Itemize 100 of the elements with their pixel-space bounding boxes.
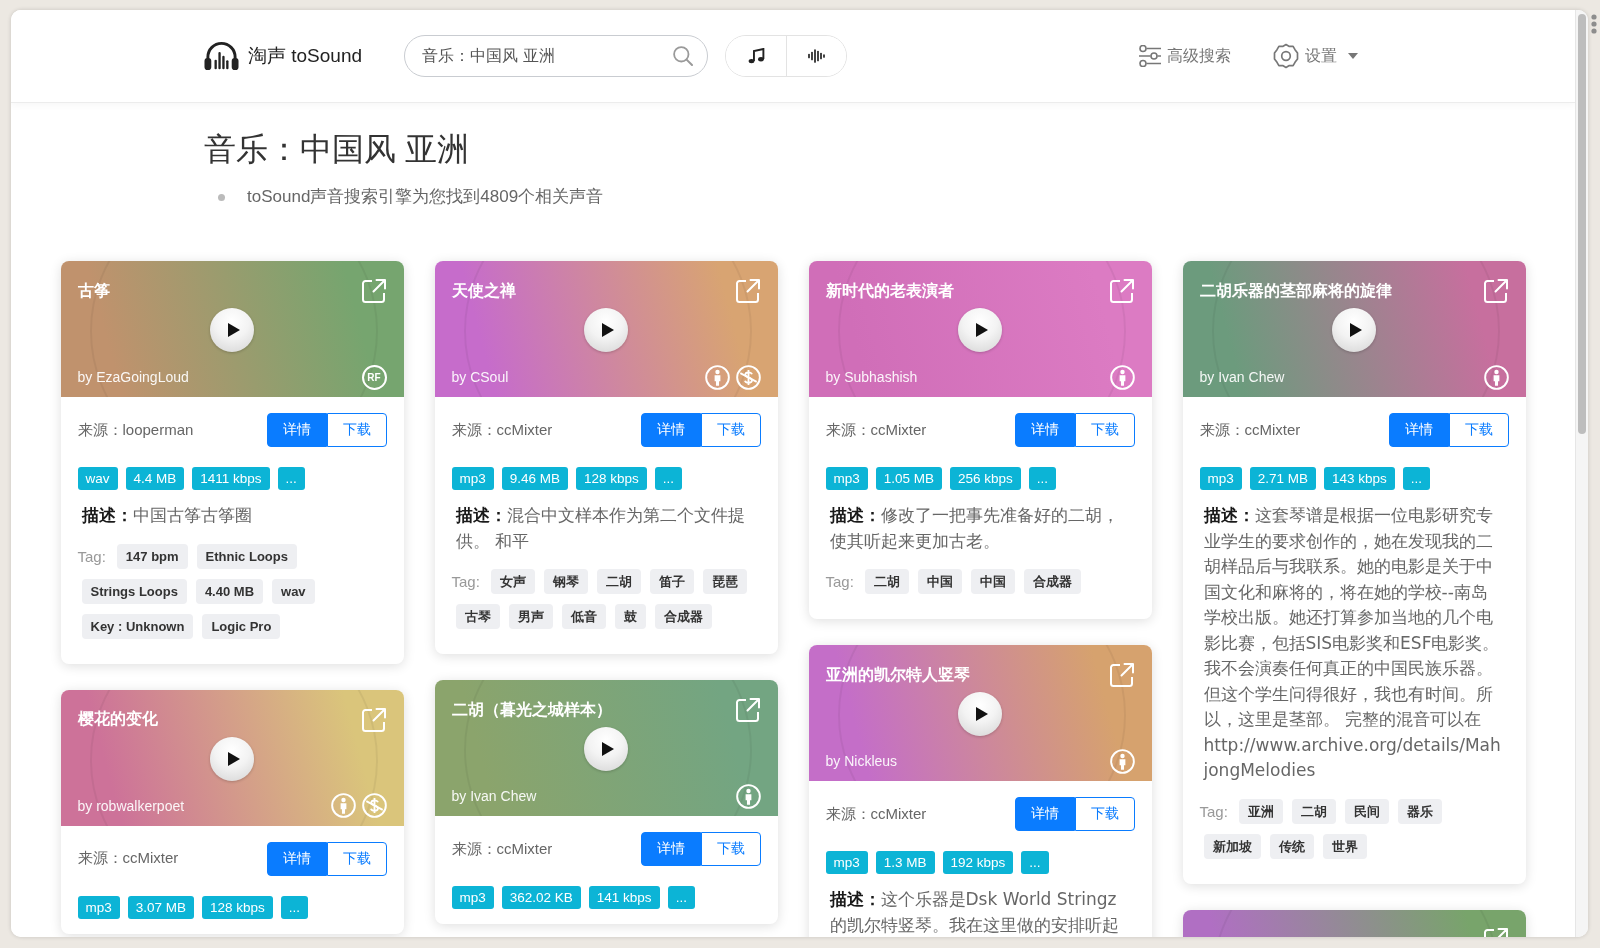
tag-chip[interactable]: Strings Loops xyxy=(81,578,187,604)
tag-chip[interactable]: 传统 xyxy=(1269,833,1314,859)
play-button[interactable] xyxy=(210,308,254,352)
external-link-icon[interactable] xyxy=(1108,662,1135,688)
external-link-icon[interactable] xyxy=(1482,278,1509,304)
external-link-icon[interactable] xyxy=(734,697,761,723)
file-info-chip: mp3 xyxy=(77,895,120,919)
details-button[interactable]: 详情 xyxy=(640,832,701,866)
download-button[interactable]: 下载 xyxy=(1074,413,1135,447)
source-label: 来源：ccMixter xyxy=(825,420,927,440)
tag-chip[interactable]: 合成器 xyxy=(654,604,712,629)
file-info-chip: mp3 xyxy=(1199,467,1242,490)
play-button[interactable] xyxy=(958,692,1002,736)
person-circle-icon xyxy=(330,793,356,818)
tag-chip[interactable]: Ethnic Loops xyxy=(196,543,297,569)
tag-chip[interactable]: 世界 xyxy=(1322,833,1367,859)
tag-chip[interactable]: 二胡 xyxy=(1291,798,1336,824)
file-info-chip: 2.71 MB xyxy=(1249,467,1317,490)
file-info-chip: 141 kbps xyxy=(588,886,660,909)
page-title: 音乐：中国风 亚洲 xyxy=(204,130,470,169)
result-summary: toSound声音搜索引擎为您找到4809个相关声音 xyxy=(247,186,604,208)
tag-chip[interactable]: 亚洲 xyxy=(1238,798,1283,824)
external-link-icon[interactable] xyxy=(360,278,387,304)
tag-chip[interactable]: 女声 xyxy=(490,569,535,594)
file-info-chip: 128 kbps xyxy=(202,895,273,919)
person-circle-icon xyxy=(1109,748,1135,774)
external-link-icon[interactable] xyxy=(360,706,387,733)
external-link-icon[interactable] xyxy=(1108,278,1135,304)
crossed-dollar-icon xyxy=(361,793,387,818)
logo-text[interactable]: 淘声 toSound xyxy=(248,43,363,69)
tag-chip[interactable]: wav xyxy=(272,578,315,604)
tag-chip[interactable]: 古琴 xyxy=(455,604,500,629)
music-note-icon xyxy=(747,48,765,64)
tag-chip[interactable]: 二胡 xyxy=(864,569,909,594)
tag-chip[interactable]: 笛子 xyxy=(649,569,694,594)
file-info-chip: ... xyxy=(654,467,683,490)
play-button[interactable] xyxy=(584,308,628,352)
play-button[interactable] xyxy=(210,736,254,781)
file-info-chip: 128 kbps xyxy=(576,467,647,490)
tag-chip[interactable]: 男声 xyxy=(508,604,553,629)
bullet-dot-icon xyxy=(218,193,225,201)
description-text: 描述：中国古筝古筝圈 xyxy=(80,504,253,527)
tag-chip[interactable]: 鼓 xyxy=(614,604,646,629)
tag-chip[interactable]: 钢琴 xyxy=(543,569,588,594)
file-info-chip: 256 kbps xyxy=(950,467,1021,490)
tag-chip[interactable]: 合成器 xyxy=(1023,569,1081,594)
download-button[interactable]: 下载 xyxy=(700,413,761,447)
tag-chip[interactable]: 中国 xyxy=(970,569,1015,594)
advanced-search-button[interactable]: 高级搜索 xyxy=(1139,45,1231,67)
source-label: 来源：ccMixter xyxy=(1199,420,1301,440)
tag-chip[interactable]: 低音 xyxy=(561,604,606,629)
details-button[interactable]: 详情 xyxy=(266,841,327,876)
tag-chip[interactable]: 器乐 xyxy=(1397,798,1442,824)
download-button[interactable]: 下载 xyxy=(1448,413,1509,447)
scrollbar-thumb[interactable] xyxy=(1578,14,1586,434)
play-button[interactable] xyxy=(958,308,1002,352)
tag-chip[interactable]: 新加坡 xyxy=(1203,833,1261,859)
sound-mode-button[interactable] xyxy=(786,36,847,76)
tag-chip[interactable]: Key : Unknown xyxy=(81,613,194,639)
download-button[interactable]: 下载 xyxy=(700,832,761,866)
person-circle-icon xyxy=(704,364,730,390)
file-info-chip: ... xyxy=(1028,467,1057,490)
download-button[interactable]: 下载 xyxy=(326,413,387,447)
file-info-chip: mp3 xyxy=(825,467,868,490)
details-button[interactable]: 详情 xyxy=(640,413,701,447)
download-button[interactable]: 下载 xyxy=(326,841,387,876)
search-field[interactable]: 音乐：中国风 亚洲 xyxy=(404,35,709,77)
details-button[interactable]: 详情 xyxy=(266,413,327,447)
search-icon[interactable] xyxy=(673,46,694,66)
more-vertical-icon[interactable] xyxy=(1591,14,1597,34)
tag-chip[interactable]: 琵琶 xyxy=(702,569,747,594)
tag-chip[interactable]: 4.40 MB xyxy=(195,578,264,604)
tags-label: Tag: xyxy=(1199,801,1228,822)
tag-chip[interactable]: 中国 xyxy=(917,569,962,594)
file-info-chip: mp3 xyxy=(451,467,494,490)
source-label: 来源：looperman xyxy=(77,420,194,440)
file-info-chip: ... xyxy=(277,467,305,490)
description-text: 描述：这个乐器是Dsk World Stringz的凯尔特竖琴。我在这里做的安排听起 xyxy=(828,888,1120,937)
file-info-chip: 9.46 MB xyxy=(501,467,569,490)
file-info-chip: 362.02 KB xyxy=(501,886,581,909)
details-button[interactable]: 详情 xyxy=(1014,797,1075,831)
external-link-icon[interactable] xyxy=(734,278,761,304)
file-info-chip: ... xyxy=(1402,467,1431,490)
file-info-chip: ... xyxy=(667,886,695,909)
play-icon xyxy=(975,323,988,337)
details-button[interactable]: 详情 xyxy=(1014,413,1075,447)
play-button[interactable] xyxy=(584,727,628,771)
description-text: 描述：修改了一把事先准备好的二胡，使其听起来更加古老。 xyxy=(828,504,1120,553)
play-button[interactable] xyxy=(1332,308,1376,352)
details-button[interactable]: 详情 xyxy=(1388,413,1449,447)
source-label: 来源：ccMixter xyxy=(77,849,179,868)
tag-chip[interactable]: Logic Pro xyxy=(202,613,281,639)
file-info-chip: 3.07 MB xyxy=(127,895,195,919)
play-icon xyxy=(227,751,240,766)
file-info-chip: mp3 xyxy=(825,851,868,874)
tag-chip[interactable]: 147 bpm xyxy=(116,543,188,569)
download-button[interactable]: 下载 xyxy=(1074,797,1135,831)
tag-chip[interactable]: 民间 xyxy=(1344,798,1389,824)
settings-button[interactable]: 设置 xyxy=(1273,43,1358,69)
tag-chip[interactable]: 二胡 xyxy=(596,569,641,594)
